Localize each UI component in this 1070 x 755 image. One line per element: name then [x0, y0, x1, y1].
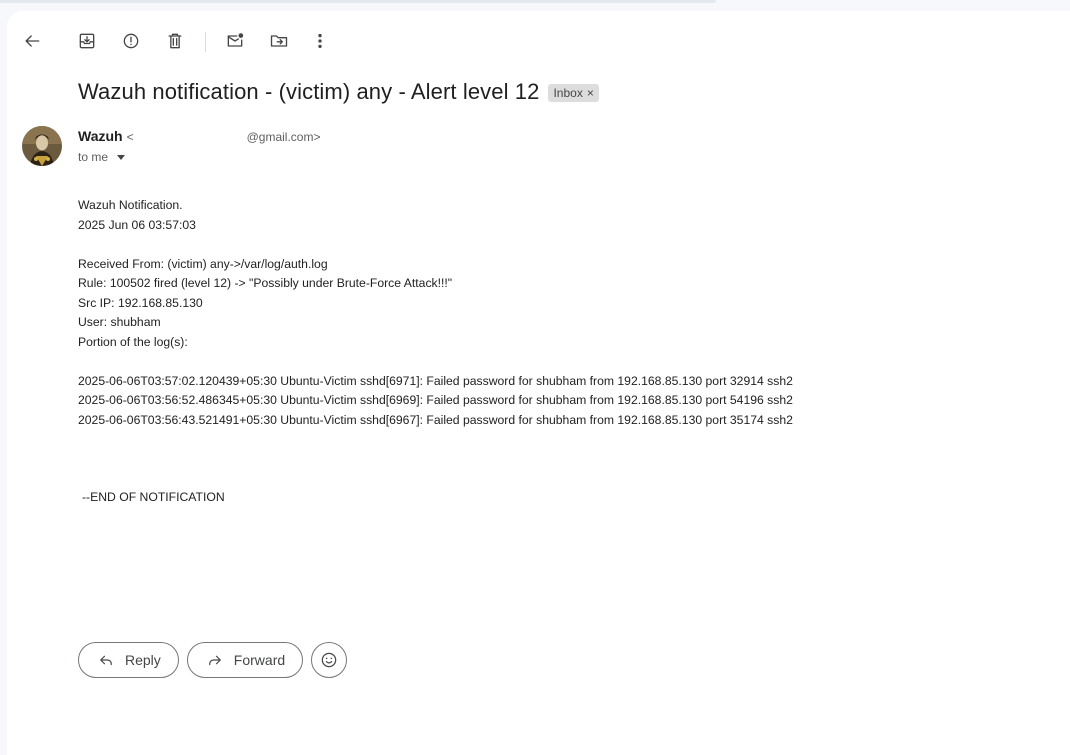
archive-button[interactable]: [69, 23, 105, 59]
email-subject-row: Wazuh notification - (victim) any - Aler…: [78, 79, 599, 105]
back-icon: [25, 35, 40, 47]
email-actions: Reply Forward: [78, 642, 348, 678]
delete-icon: [168, 33, 182, 49]
move-to-icon: [270, 35, 288, 47]
report-spam-button[interactable]: [113, 23, 149, 59]
log-line: 2025-06-06T03:56:52.486345+05:30 Ubuntu-…: [78, 393, 793, 407]
sender-name[interactable]: Wazuh: [78, 128, 123, 144]
forward-button[interactable]: Forward: [186, 642, 304, 678]
emoji-reaction-button[interactable]: [311, 642, 348, 678]
reply-label: Reply: [125, 652, 161, 668]
top-strip: [0, 0, 716, 3]
archive-icon: [79, 33, 95, 49]
toolbar-divider: [205, 32, 206, 52]
label-chip-text: Inbox: [553, 86, 583, 100]
body-line: Portion of the log(s):: [78, 334, 188, 349]
sender-line: Wazuh < @gmail.com>: [78, 128, 320, 144]
body-line: Received From: (victim) any->/var/log/au…: [78, 256, 328, 271]
log-line: 2025-06-06T03:57:02.120439+05:30 Ubuntu-…: [78, 373, 793, 388]
chevron-down-icon: [117, 154, 126, 160]
log-line: 2025-06-06T03:56:43.521491+05:30 Ubuntu-…: [78, 412, 793, 427]
end-of-notification: --END OF NOTIFICATION: [82, 490, 225, 504]
sender-avatar[interactable]: [22, 126, 62, 166]
sender-email-open: <: [126, 130, 134, 144]
email-subject: Wazuh notification - (victim) any - Aler…: [78, 79, 540, 104]
more-options-button[interactable]: [302, 23, 338, 59]
body-line: Src IP: 192.168.85.130: [78, 295, 203, 310]
email-toolbar: [7, 23, 1070, 59]
report-spam-icon: [123, 33, 139, 49]
remove-label-button[interactable]: ×: [587, 86, 594, 100]
smiley-icon: [321, 652, 337, 668]
move-to-button[interactable]: [261, 23, 297, 59]
more-icon: [318, 33, 322, 49]
inbox-label-chip: Inbox ×: [548, 84, 599, 102]
body-line: Rule: 100502 fired (level 12) -> "Possib…: [78, 276, 453, 290]
recipient-details-toggle[interactable]: to me: [78, 150, 126, 164]
sender-email: @gmail.com>: [246, 130, 321, 144]
forward-label: Forward: [233, 652, 286, 668]
email-body: Wazuh Notification. 2025 Jun 06 03:57:03…: [78, 196, 793, 508]
mark-unread-button[interactable]: [217, 23, 253, 59]
to-me-label: to me: [78, 150, 109, 164]
forward-icon: [208, 655, 221, 666]
reply-icon: [100, 655, 112, 666]
reply-button[interactable]: Reply: [78, 642, 179, 678]
mark-unread-icon: [227, 33, 244, 47]
back-button[interactable]: [14, 23, 50, 59]
body-line: Wazuh Notification.: [78, 198, 183, 212]
body-line: User: shubham: [78, 315, 161, 329]
body-line: 2025 Jun 06 03:57:03: [78, 217, 196, 232]
delete-button[interactable]: [157, 23, 193, 59]
email-view: Wazuh notification - (victim) any - Aler…: [7, 11, 1070, 755]
